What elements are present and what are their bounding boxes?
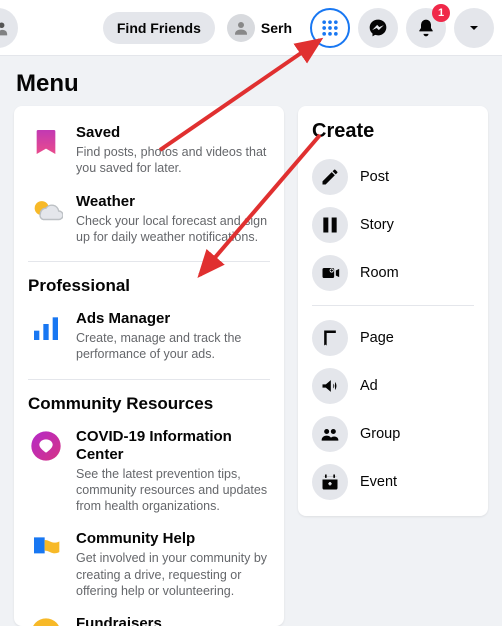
menu-item-community-help[interactable]: Community Help Get involved in your comm… [28,522,270,607]
menu-desc: See the latest prevention tips, communit… [76,466,270,515]
caret-down-icon [466,20,482,36]
menu-grid-button[interactable] [310,8,350,48]
create-story[interactable]: Story [312,201,474,249]
create-label: Ad [360,378,378,394]
menu-desc: Check your local forecast and sign up fo… [76,213,270,246]
menu-item-fundraisers[interactable]: Fundraisers [28,607,270,626]
menu-item-covid[interactable]: COVID-19 Information Center See the late… [28,420,270,523]
menu-desc: Get involved in your community by creati… [76,550,270,599]
create-label: Group [360,426,400,442]
menu-item-saved[interactable]: Saved Find posts, photos and videos that… [28,116,270,185]
grid-icon [320,18,340,38]
community-help-icon [28,530,64,566]
section-community: Community Resources [28,379,270,420]
group-icon [0,17,9,39]
create-label: Story [360,217,394,233]
create-event[interactable]: Event [312,458,474,506]
menu-label: Fundraisers [76,615,270,626]
create-ad[interactable]: Ad [312,362,474,410]
create-group[interactable]: Group [312,410,474,458]
room-icon [312,255,348,291]
menu-desc: Create, manage and track the performance… [76,330,270,363]
create-label: Page [360,330,394,346]
event-icon [312,464,348,500]
menu-label: Weather [76,193,270,211]
menu-label: COVID-19 Information Center [76,428,270,464]
menu-desc: Find posts, photos and videos that you s… [76,144,270,177]
page-title: Menu [0,56,502,106]
ads-manager-icon [28,310,64,346]
notification-badge: 1 [432,4,450,22]
avatar [227,14,255,42]
bell-icon [416,18,436,38]
messenger-icon [368,18,388,38]
weather-icon [28,193,64,229]
menu-label: Community Help [76,530,270,548]
ad-icon [312,368,348,404]
section-professional: Professional [28,261,270,302]
menu-item-weather[interactable]: Weather Check your local forecast and si… [28,185,270,254]
create-label: Event [360,474,397,490]
story-icon [312,207,348,243]
notifications-button[interactable]: 1 [406,8,446,48]
covid-icon [28,428,64,464]
divider [312,305,474,306]
create-label: Post [360,169,389,185]
group-icon [312,416,348,452]
menu-item-ads-manager[interactable]: Ads Manager Create, manage and track the… [28,302,270,371]
menu-label: Saved [76,124,270,142]
create-post[interactable]: Post [312,153,474,201]
menu-panel: Saved Find posts, photos and videos that… [14,106,284,626]
top-bar: Find Friends Serh 1 [0,0,502,56]
find-friends-button[interactable]: Find Friends [103,12,215,44]
saved-icon [28,124,64,160]
create-room[interactable]: Room [312,249,474,297]
profile-button[interactable]: Serh [223,10,302,46]
messenger-button[interactable] [358,8,398,48]
create-label: Room [360,265,399,281]
page-icon [312,320,348,356]
account-dropdown-button[interactable] [454,8,494,48]
post-icon [312,159,348,195]
create-page[interactable]: Page [312,314,474,362]
fundraisers-icon [28,615,64,626]
person-icon [232,19,250,37]
create-panel: Create Post Story Room Page Ad Group [298,106,488,516]
menu-label: Ads Manager [76,310,270,328]
profile-name: Serh [261,20,292,36]
create-title: Create [312,120,474,143]
